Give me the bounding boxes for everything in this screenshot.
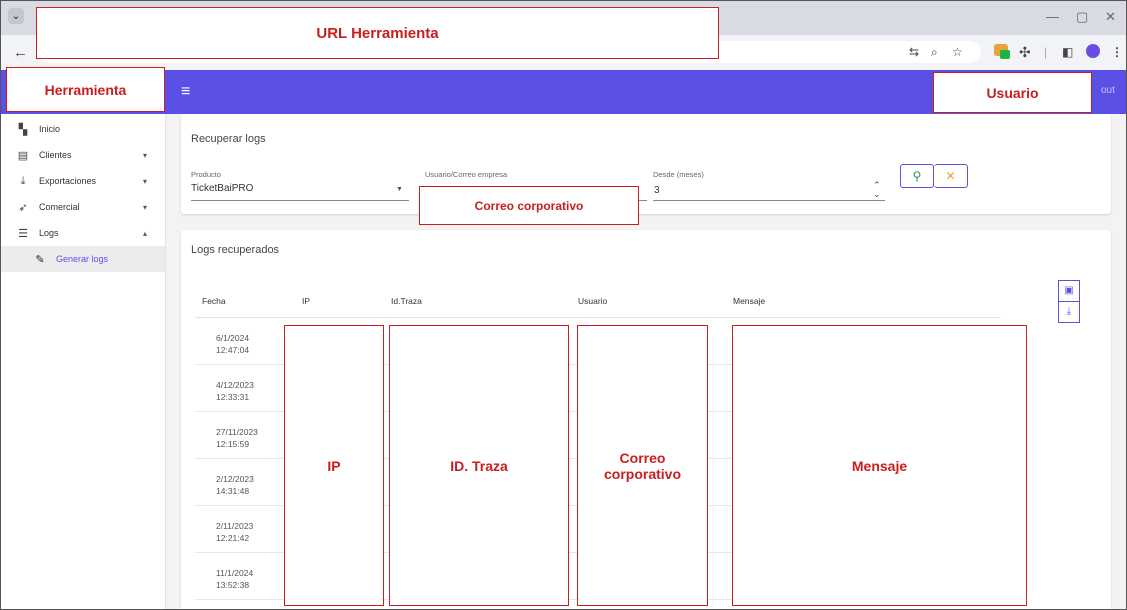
close-icon[interactable]: ✕: [1105, 9, 1116, 25]
back-arrow-icon[interactable]: ←: [13, 44, 28, 61]
sidebar-item-logs[interactable]: ☰ Logs ▴: [1, 220, 165, 246]
product-select[interactable]: TicketBaiPRO: [191, 183, 253, 194]
annotation-user: Usuario: [933, 72, 1092, 113]
since-underline: [653, 200, 885, 201]
rocket-icon: ➶: [18, 201, 28, 214]
puzzle-icon[interactable]: ✣: [1019, 44, 1031, 60]
annotation-message-column: Mensaje: [732, 325, 1027, 606]
chevron-down-icon: ▾: [143, 150, 148, 160]
chevron-down-icon: ▾: [143, 176, 148, 186]
date-text: 2/12/2023: [216, 474, 254, 484]
pencil-icon: ✎: [35, 253, 45, 266]
extension-badge: [1000, 50, 1010, 59]
date-text: 11/1/2024: [216, 568, 254, 578]
maximize-icon[interactable]: ▢: [1076, 9, 1088, 25]
sidebar-item-inicio[interactable]: ▚ Inicio: [1, 116, 165, 142]
search-icon: ⚲: [912, 169, 922, 183]
time-text: 13:52:38: [216, 580, 250, 590]
date-cell: 4/12/2023 12:33:31: [216, 379, 254, 403]
save-button[interactable]: ▣: [1058, 280, 1080, 302]
hamburger-menu-icon[interactable]: ≡: [181, 84, 190, 100]
download-icon: ⤓: [1066, 306, 1072, 317]
annotation-ip-column: IP: [284, 325, 384, 606]
sidebar-item-exportaciones[interactable]: ⤓ Exportaciones ▾: [1, 168, 165, 194]
time-text: 14:31:48: [216, 486, 250, 496]
since-label: Desde (meses): [653, 170, 704, 179]
menu-icon[interactable]: ⋮: [1111, 44, 1123, 60]
date-cell: 11/1/2024 13:52:38: [216, 567, 253, 591]
avatar[interactable]: [1086, 44, 1100, 58]
sidebar-item-clientes[interactable]: ▤ Clientes ▾: [1, 142, 165, 168]
column-header-id-traza[interactable]: Id.Traza: [391, 296, 422, 306]
chevron-up-icon: ▴: [143, 228, 148, 238]
save-icon: ▣: [1064, 285, 1074, 296]
building-icon: ▤: [17, 149, 29, 162]
sidebar-item-label: Comercial: [39, 202, 80, 212]
logout-link[interactable]: out: [1101, 85, 1115, 96]
column-header-usuario[interactable]: Usuario: [578, 296, 607, 306]
close-icon: ✕: [945, 169, 956, 183]
sidepanel-icon[interactable]: ◧: [1062, 44, 1073, 60]
chevron-down-icon[interactable]: ▼: [396, 186, 403, 193]
minimize-icon[interactable]: —: [1046, 9, 1059, 24]
date-cell: 27/11/2023 12:15:59: [216, 426, 258, 450]
date-cell: 2/12/2023 14:31:48: [216, 473, 254, 497]
clear-button[interactable]: ✕: [934, 164, 968, 188]
annotation-user-column: Correo corporativo: [577, 325, 708, 606]
chevron-down-icon[interactable]: ⌄: [8, 8, 24, 24]
translate-icon[interactable]: ⇆: [909, 44, 919, 60]
sidebar-item-label: Clientes: [39, 150, 72, 160]
sidebar: ▚ Inicio ▤ Clientes ▾ ⤓ Exportaciones ▾ …: [1, 114, 166, 609]
browser-window: ⌄ — ▢ ✕ ← ⇆ ⌕ ☆ ✣ | ◧ ⋮ ≡ out ▚ Inicio ▤…: [0, 0, 1127, 610]
search-title: Recuperar logs: [191, 133, 266, 145]
sidebar-item-comercial[interactable]: ➶ Comercial ▾: [1, 194, 165, 220]
time-text: 12:47:04: [216, 345, 250, 355]
sidebar-item-label: Inicio: [39, 124, 61, 134]
time-text: 12:21:42: [216, 533, 250, 543]
search-card: Recuperar logs Producto TicketBaiPRO ▼ U…: [181, 114, 1111, 214]
column-header-fecha[interactable]: Fecha: [202, 296, 226, 306]
sidebar-item-label: Logs: [39, 228, 59, 238]
date-cell: 6/1/2024 12:47:04: [216, 332, 249, 356]
stepper-icon[interactable]: ⌃ ⌄: [873, 181, 881, 199]
sidebar-item-label: Exportaciones: [39, 176, 97, 186]
date-text: 6/1/2024: [216, 333, 250, 343]
sidebar-item-generar-logs[interactable]: ✎ Generar logs: [1, 246, 165, 272]
annotation-url-tool: URL Herramienta: [36, 7, 719, 59]
date-text: 2/11/2023: [216, 521, 254, 531]
zoom-icon[interactable]: ⌕: [931, 44, 938, 60]
annotation-email-field: Correo corporativo: [419, 186, 639, 225]
toolbar-divider: |: [1044, 45, 1048, 59]
list-icon: ☰: [18, 227, 28, 240]
product-underline: [191, 200, 409, 201]
sidebar-item-label: Generar logs: [56, 254, 109, 264]
download-icon: ⤓: [20, 174, 26, 187]
date-text: 27/11/2023: [216, 427, 258, 437]
column-header-ip[interactable]: IP: [302, 296, 310, 306]
results-title: Logs recuperados: [191, 244, 280, 256]
user-email-label: Usuario/Correo empresa: [425, 170, 508, 179]
annotation-tool: Herramienta: [6, 67, 165, 112]
date-cell: 2/11/2023 12:21:42: [216, 520, 253, 544]
time-text: 12:33:31: [216, 392, 250, 402]
table-header: Fecha IP Id.Traza Usuario Mensaje: [195, 282, 1001, 318]
date-text: 4/12/2023: [216, 380, 254, 390]
time-text: 12:15:59: [216, 439, 250, 449]
dashboard-icon: ▚: [18, 123, 28, 136]
chevron-down-icon: ▾: [143, 202, 148, 212]
star-icon[interactable]: ☆: [952, 44, 963, 60]
download-button[interactable]: ⤓: [1058, 301, 1080, 323]
annotation-trace-column: ID. Traza: [389, 325, 569, 606]
column-header-mensaje[interactable]: Mensaje: [733, 296, 765, 306]
product-label: Producto: [191, 170, 222, 179]
search-button[interactable]: ⚲: [900, 164, 934, 188]
since-input[interactable]: 3: [654, 185, 660, 196]
